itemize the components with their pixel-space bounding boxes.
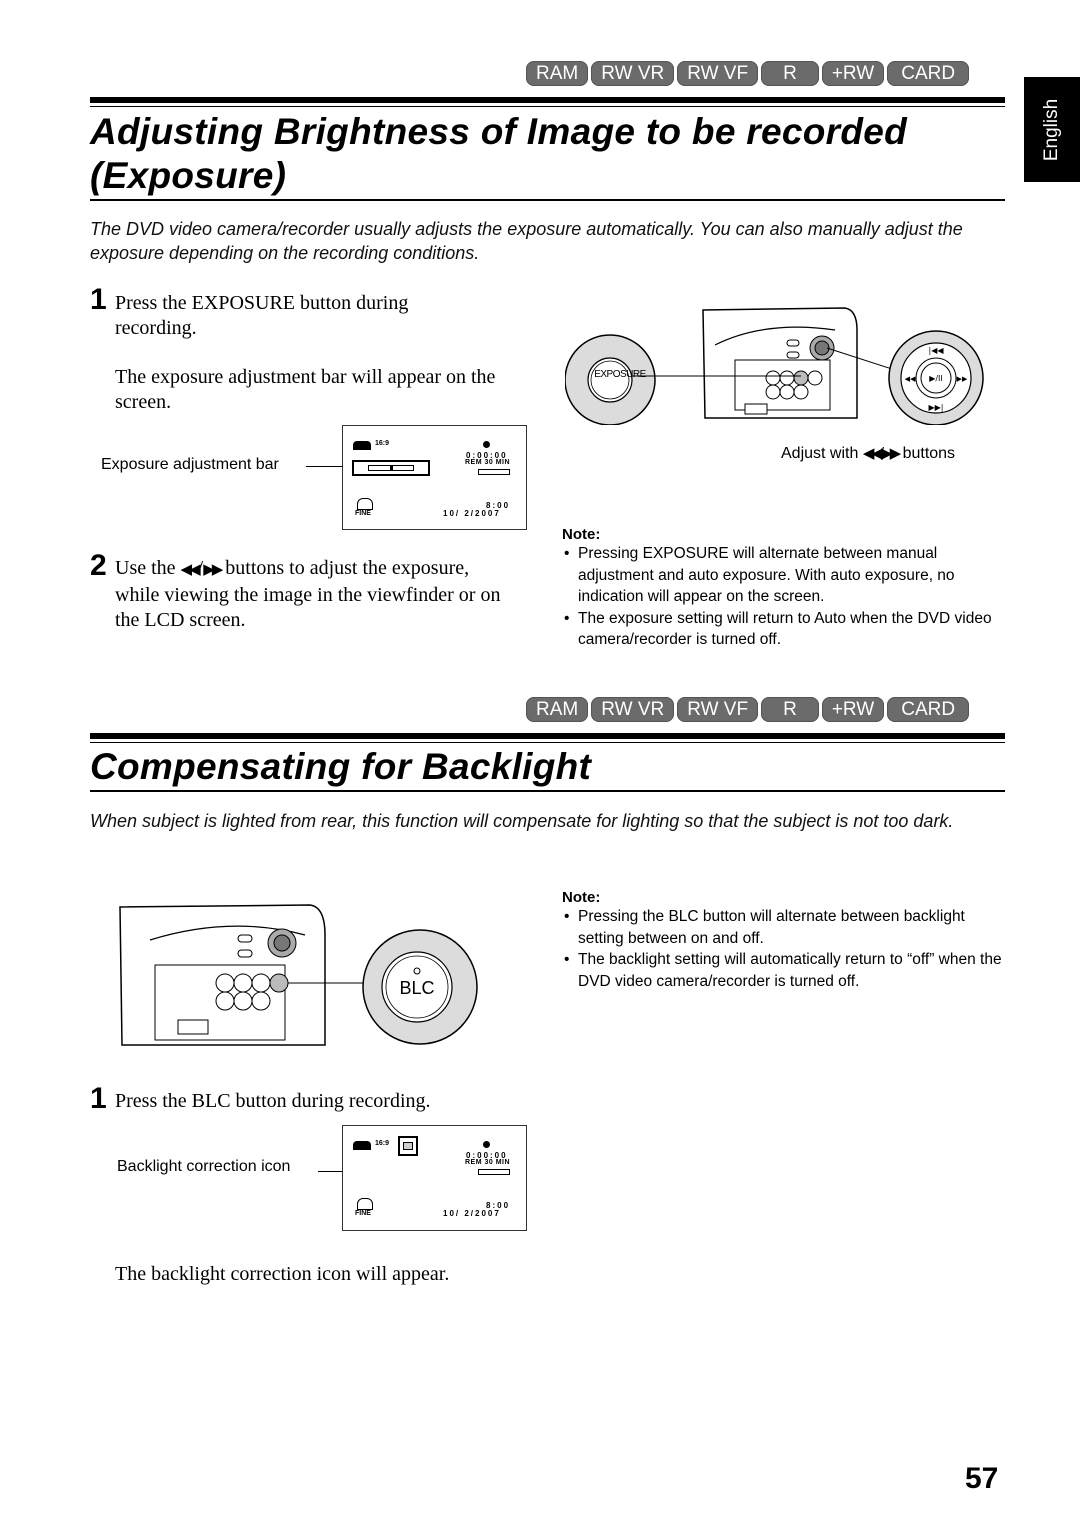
illustration-caption: Adjust with ◀◀/▶▶ buttons (781, 444, 955, 463)
battery-icon (478, 1169, 510, 1175)
section-rule-bottom (90, 790, 1005, 792)
backlight-correction-icon-frame (398, 1136, 418, 1156)
exposure-button-label: EXPOSURE (594, 369, 646, 380)
rewind-icon: ◀◀ (180, 562, 201, 578)
disc-badges: RAM RW VR RW VF R +RW CARD (526, 61, 970, 86)
backlight-correction-icon (403, 1142, 413, 1150)
badge-rw-vf: RW VF (677, 697, 759, 722)
lcd-display-backlight: 16:9 0:00:00 REM 30 MIN FINE 8:00 10/ 2/… (342, 1125, 527, 1231)
badge-plus-rw: +RW (821, 697, 885, 722)
step-text: Use the ◀◀/▶▶ buttons to adjust the expo… (115, 556, 515, 633)
remaining-time: REM 30 MIN (465, 459, 511, 466)
badge-rw-vf: RW VF (677, 61, 759, 86)
play-pause-icon: ▶/II (929, 374, 943, 383)
badge-card: CARD (887, 61, 970, 86)
step-result: The exposure adjustment bar will appear … (115, 366, 496, 413)
caption-text-end: buttons (898, 445, 956, 462)
intro-text: When subject is lighted from rear, this … (90, 811, 954, 831)
record-icon (483, 1141, 490, 1148)
step-number: 1 (90, 283, 107, 316)
badge-plus-rw: +RW (821, 61, 885, 86)
callout-label: Backlight correction icon (117, 1158, 291, 1175)
note-item: Pressing the BLC button will alternate b… (562, 906, 1002, 949)
section-rule-top (90, 733, 1005, 739)
note-item: The backlight setting will automatically… (562, 949, 1002, 992)
language-label: English (1041, 98, 1062, 161)
step-result: The backlight correction icon will appea… (115, 1263, 450, 1285)
lcd-display-exposure: 16:9 0:00:00 REM 30 MIN FINE 8:00 10/ 2/… (342, 425, 527, 530)
note-item: The exposure setting will return to Auto… (562, 608, 1002, 651)
intro-text: The DVD video camera/recorder usually ad… (90, 219, 963, 263)
note-exposure: Note: Pressing EXPOSURE will alternate b… (562, 526, 1002, 651)
battery-icon (478, 469, 510, 475)
badge-ram: RAM (526, 697, 589, 722)
step-text: Press the EXPOSURE button during recordi… (115, 292, 409, 339)
camcorder-body (119, 904, 326, 1046)
blc-button-label: BLC (399, 978, 435, 998)
step-text-start: Use the (115, 557, 181, 579)
quality-label: FINE (355, 510, 371, 517)
clock-date: 10/ 2/2007 (443, 1209, 501, 1218)
section-rule-top-thin (90, 742, 1005, 743)
badge-r: R (761, 61, 819, 86)
page-number: 57 (965, 1462, 999, 1495)
section-title-backlight: Compensating for Backlight (90, 746, 592, 787)
note-item: Pressing EXPOSURE will alternate between… (562, 543, 1002, 608)
camera-mode-icon (353, 1141, 371, 1150)
aspect-label: 16:9 (375, 1140, 390, 1147)
caption-text: Adjust with (781, 445, 863, 462)
remaining-time: REM 30 MIN (465, 1159, 511, 1166)
camera-illustration-exposure: |◀◀ ▶▶| ◀◀ ▶▶ ▶/II (565, 307, 984, 425)
disc-badges: RAM RW VR RW VF R +RW CARD (526, 697, 970, 722)
badge-card: CARD (887, 697, 970, 722)
step-text: Press the BLC button during recording. (115, 1090, 431, 1112)
skip-forward-icon: ▶▶| (929, 403, 944, 412)
exposure-track (368, 465, 414, 471)
section-title-exposure: Adjusting Brightness of Image to be reco… (90, 110, 907, 198)
note-backlight: Note: Pressing the BLC button will alter… (562, 889, 1002, 992)
camera-illustration-blc (119, 904, 478, 1046)
language-tab: English (1024, 77, 1080, 182)
callout-label: Exposure adjustment bar (101, 456, 279, 473)
quality-icon (357, 498, 373, 510)
quality-icon (357, 1198, 373, 1210)
clock-date: 10/ 2/2007 (443, 509, 501, 518)
camera-mode-icon (353, 441, 371, 450)
badge-r: R (761, 697, 819, 722)
camcorder-body (702, 307, 858, 419)
section-rule-top (90, 97, 1005, 103)
step-number: 2 (90, 549, 107, 582)
exposure-bar (352, 460, 430, 476)
badge-rw-vr: RW VR (591, 61, 675, 86)
note-title: Note: (562, 526, 601, 543)
section-rule-top-thin (90, 106, 1005, 107)
quality-label: FINE (355, 1210, 371, 1217)
fast-forward-icon: ▶▶ (957, 375, 968, 383)
record-icon (483, 441, 490, 448)
title-line-2: (Exposure) (90, 155, 287, 196)
rewind-ff-icons: ◀◀/▶▶ (862, 445, 901, 462)
fast-forward-icon: ▶▶ (203, 562, 223, 578)
rewind-icon: ◀◀ (905, 375, 916, 383)
exposure-indicator (389, 465, 393, 471)
note-title: Note: (562, 889, 601, 906)
aspect-label: 16:9 (375, 440, 390, 447)
badge-ram: RAM (526, 61, 589, 86)
step-number: 1 (90, 1082, 107, 1115)
section-rule-bottom (90, 199, 1005, 201)
skip-back-icon: |◀◀ (929, 346, 945, 355)
title-line-1: Adjusting Brightness of Image to be reco… (90, 111, 908, 152)
badge-rw-vr: RW VR (591, 697, 675, 722)
